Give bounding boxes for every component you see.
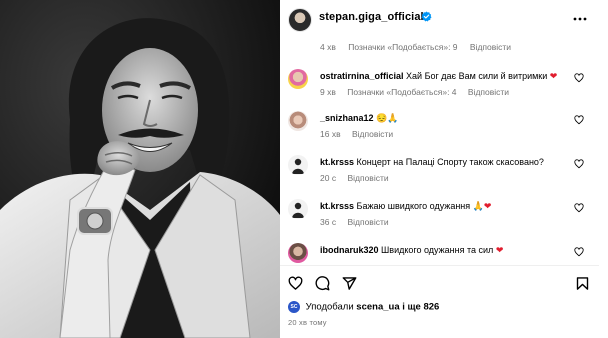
comment-text: ostratirnina_official Хай Бог дає Вам си… xyxy=(320,70,557,82)
commenter-avatar[interactable] xyxy=(288,69,308,89)
comment-time: 20 с xyxy=(320,173,337,183)
author-avatar[interactable] xyxy=(288,8,312,32)
post-header: stepan.giga_official xyxy=(280,0,599,38)
comment-body: Концерт на Палаці Спорту також скасовано… xyxy=(356,157,544,167)
commenter-avatar[interactable] xyxy=(288,243,308,263)
comment-time: 16 хв xyxy=(320,129,341,139)
comment-body: Швидкого одужання та сил xyxy=(381,245,494,255)
comment-emoji: ❤ xyxy=(495,245,504,255)
commenter-username[interactable]: kt.krsss xyxy=(320,157,354,167)
post-photo-image xyxy=(0,0,280,338)
author-username[interactable]: stepan.giga_official xyxy=(319,11,424,23)
avatar-silhouette xyxy=(292,202,304,218)
comments-list: 4 хв Позначки «Подобається»: 9 Відповіст… xyxy=(280,38,599,265)
like-comment-heart-icon[interactable] xyxy=(574,203,584,213)
comment-text: kt.krsss Концерт на Палаці Спорту також … xyxy=(320,156,544,168)
page-scrollbar[interactable] xyxy=(599,0,608,338)
heart-icon[interactable] xyxy=(288,276,303,291)
reply-button[interactable]: Відповісти xyxy=(468,87,509,97)
post-timestamp[interactable]: 20 хв тому xyxy=(288,318,327,327)
liked-by-avatar[interactable]: SC xyxy=(288,301,300,313)
commenter-username[interactable]: ibodnaruk320 xyxy=(320,245,379,255)
avatar-silhouette xyxy=(292,158,304,174)
liked-by-summary: SC Уподобали scena_ua і ще 826 xyxy=(288,301,439,313)
reply-button[interactable]: Відповісти xyxy=(347,173,388,183)
commenter-avatar[interactable] xyxy=(288,155,308,175)
commenter-avatar[interactable] xyxy=(288,199,308,219)
comment-emoji: 🙏❤ xyxy=(472,201,492,211)
like-comment-heart-icon[interactable] xyxy=(574,73,584,83)
post-details-panel: stepan.giga_official 4 хв Позначки «Подо… xyxy=(280,0,600,338)
comment-body: Бажаю швидкого одужання xyxy=(356,201,471,211)
previous-comment-meta: 4 хв Позначки «Подобається»: 9 Відповіст… xyxy=(320,42,521,52)
comment-meta: 36 с Відповісти xyxy=(320,217,398,227)
more-options-icon[interactable] xyxy=(572,11,588,27)
post-photo[interactable] xyxy=(0,0,280,338)
comment-likes-count[interactable]: Позначки «Подобається»: 9 xyxy=(348,42,457,52)
like-comment-heart-icon[interactable] xyxy=(574,247,584,257)
liked-by-user[interactable]: scena_ua xyxy=(356,302,399,313)
reply-button[interactable]: Відповісти xyxy=(352,129,393,139)
comment-meta: 20 с Відповісти xyxy=(320,173,398,183)
comment-time: 4 хв xyxy=(320,42,336,52)
reply-button[interactable]: Відповісти xyxy=(347,217,388,227)
reply-button[interactable]: Відповісти xyxy=(470,42,511,52)
comment-text: ibodnaruk320 Швидкого одужання та сил ❤ xyxy=(320,244,503,256)
comment-emoji: 😔🙏 xyxy=(376,113,399,123)
comment-text: _snizhana12 😔🙏 xyxy=(320,112,398,124)
like-comment-heart-icon[interactable] xyxy=(574,115,584,125)
comment-likes-count[interactable]: Позначки «Подобається»: 4 xyxy=(347,87,456,97)
comment-body: Хай Бог дає Вам сили й витримки xyxy=(406,71,548,81)
comment-meta: 16 хв Відповісти xyxy=(320,129,402,139)
comment-time: 36 с xyxy=(320,217,337,227)
comment-emoji: ❤ xyxy=(549,71,558,81)
post-actions-bar: SC Уподобали scena_ua і ще 826 20 хв том… xyxy=(280,266,599,338)
bookmark-icon[interactable] xyxy=(575,276,590,291)
comment-time: 9 хв xyxy=(320,87,336,97)
comment-icon[interactable] xyxy=(315,276,330,291)
liked-by-others[interactable]: і ще 826 xyxy=(402,302,439,313)
comment-meta: 9 хв Позначки «Подобається»: 4 Відповіст… xyxy=(320,87,518,97)
share-icon[interactable] xyxy=(342,276,357,291)
comment-text: kt.krsss Бажаю швидкого одужання 🙏❤ xyxy=(320,200,491,212)
commenter-username[interactable]: _snizhana12 xyxy=(320,113,374,123)
commenter-avatar[interactable] xyxy=(288,111,308,131)
verified-badge-icon xyxy=(421,11,432,22)
commenter-username[interactable]: ostratirnina_official xyxy=(320,71,404,81)
liked-by-prefix: Уподобали xyxy=(305,301,354,313)
like-comment-heart-icon[interactable] xyxy=(574,159,584,169)
commenter-username[interactable]: kt.krsss xyxy=(320,201,354,211)
